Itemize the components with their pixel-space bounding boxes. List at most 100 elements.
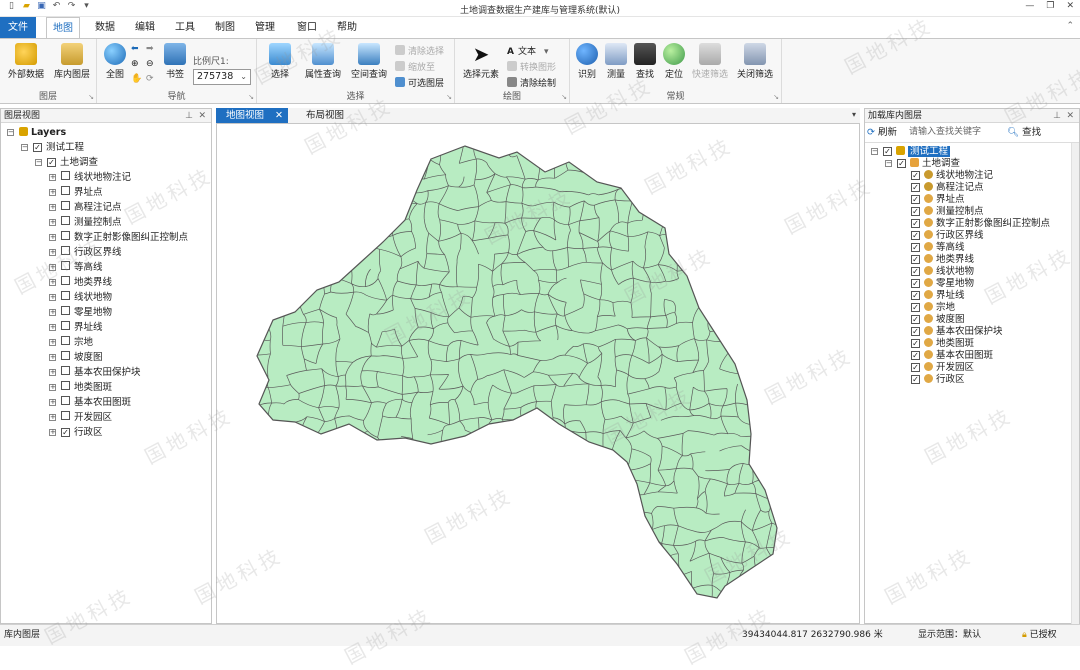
layer-checkbox[interactable]: [61, 171, 70, 180]
layer-checkbox[interactable]: [61, 411, 70, 420]
layer-item[interactable]: + 零星地物: [49, 306, 112, 320]
ribbon-collapse-icon[interactable]: ⌃: [1066, 21, 1074, 31]
layer-item[interactable]: + 高程注记点: [49, 201, 122, 215]
zoom-out-icon[interactable]: ⊖: [146, 59, 154, 69]
layer-item[interactable]: + 地类界线: [49, 276, 112, 290]
tab-map-view[interactable]: 地图视图 ✕: [216, 108, 288, 123]
minimize-icon[interactable]: —: [1025, 1, 1034, 11]
restore-icon[interactable]: ❐: [1046, 1, 1054, 11]
convert-shape-button[interactable]: 转换图形: [507, 60, 556, 73]
layer-checkbox[interactable]: [61, 246, 70, 255]
expand-icon[interactable]: +: [49, 339, 56, 346]
group-launcher-icon[interactable]: ↘: [446, 93, 452, 101]
measure-button[interactable]: 测量: [602, 43, 630, 80]
tab-edit[interactable]: 编辑: [130, 17, 160, 38]
group-launcher-icon[interactable]: ↘: [773, 93, 779, 101]
layer-checkbox[interactable]: [61, 396, 70, 405]
tab-map[interactable]: 地图: [46, 17, 80, 39]
tab-layout-view[interactable]: 布局视图: [296, 108, 354, 123]
layer-checkbox[interactable]: ✓: [911, 351, 920, 360]
layer-item[interactable]: + 线状地物注记: [49, 171, 131, 185]
tab-window[interactable]: 窗口: [292, 17, 322, 38]
expand-icon[interactable]: +: [49, 219, 56, 226]
close-filter-button[interactable]: 关闭筛选: [734, 43, 776, 80]
expand-icon[interactable]: +: [49, 189, 56, 196]
tab-help[interactable]: 帮助: [332, 17, 362, 38]
layer-checkbox[interactable]: ✓: [911, 207, 920, 216]
expand-icon[interactable]: +: [49, 354, 56, 361]
checkbox-checked[interactable]: ✓: [33, 143, 42, 152]
layer-checkbox[interactable]: [61, 201, 70, 210]
layer-checkbox[interactable]: [61, 276, 70, 285]
close-icon[interactable]: ✕: [1066, 109, 1074, 123]
expand-icon[interactable]: +: [49, 204, 56, 211]
expand-icon[interactable]: +: [49, 399, 56, 406]
layer-item[interactable]: + 地类图斑: [49, 381, 112, 395]
layer-checkbox[interactable]: [61, 186, 70, 195]
layer-checkbox[interactable]: ✓: [911, 339, 920, 348]
group-launcher-icon[interactable]: ↘: [248, 93, 254, 101]
expand-icon[interactable]: +: [49, 234, 56, 241]
layer-item[interactable]: + 等高线: [49, 261, 103, 275]
layer-checkbox[interactable]: ✓: [911, 303, 920, 312]
layer-checkbox[interactable]: ✓: [911, 279, 920, 288]
expand-icon[interactable]: +: [49, 249, 56, 256]
layers-root[interactable]: − Layers: [7, 126, 66, 140]
expand-icon[interactable]: +: [49, 264, 56, 271]
checkbox-checked[interactable]: ✓: [47, 158, 56, 167]
text-tool-button[interactable]: A 文本 ▾: [507, 44, 549, 57]
expand-icon[interactable]: +: [49, 309, 56, 316]
expand-icon[interactable]: +: [49, 414, 56, 421]
close-tab-icon[interactable]: ✕: [275, 108, 283, 123]
layer-checkbox[interactable]: [61, 336, 70, 345]
expand-icon[interactable]: +: [49, 429, 56, 436]
select-element-button[interactable]: ➤ 选择元素: [459, 43, 503, 80]
close-icon[interactable]: ✕: [1066, 1, 1074, 11]
layer-item[interactable]: + 坡度图: [49, 351, 103, 365]
tab-data[interactable]: 数据: [90, 17, 120, 38]
layer-checkbox[interactable]: ✓: [911, 327, 920, 336]
layer-item[interactable]: + 开发园区: [49, 411, 112, 425]
attribute-query-button[interactable]: 属性查询: [301, 43, 345, 80]
layer-item[interactable]: + 线状地物: [49, 291, 112, 305]
layer-checkbox[interactable]: ✓: [911, 183, 920, 192]
layer-checkbox[interactable]: ✓: [911, 195, 920, 204]
search-input[interactable]: 请输入查找关键字: [909, 125, 1001, 140]
group-launcher-icon[interactable]: ↘: [88, 93, 94, 101]
spatial-query-button[interactable]: 空间查询: [347, 43, 391, 80]
clear-drawing-button[interactable]: 清除绘制: [507, 76, 556, 89]
find-button[interactable]: 查找: [631, 43, 659, 80]
layer-checkbox[interactable]: [61, 261, 70, 270]
full-extent-button[interactable]: 全图: [101, 43, 129, 80]
tab-manage[interactable]: 管理: [250, 17, 280, 38]
collapse-icon[interactable]: −: [21, 144, 28, 151]
bookmark-button[interactable]: 书签: [161, 43, 189, 80]
layer-item[interactable]: + ✓ 行政区: [49, 426, 103, 440]
layer-checkbox[interactable]: [61, 291, 70, 300]
project-node[interactable]: − ✓ 测试工程: [21, 141, 84, 155]
layer-item[interactable]: + 宗地: [49, 336, 93, 350]
expand-icon[interactable]: +: [49, 384, 56, 391]
expand-icon[interactable]: +: [49, 324, 56, 331]
layer-checkbox[interactable]: [61, 351, 70, 360]
back-arrow-icon[interactable]: ⬅: [131, 44, 139, 54]
checkbox-checked[interactable]: ✓: [897, 159, 906, 168]
zoom-to-selection-button[interactable]: 缩放至: [395, 60, 435, 73]
selectable-layers-button[interactable]: 可选图层: [395, 76, 444, 89]
search-button[interactable]: 🔍︎ 查找: [1007, 125, 1047, 140]
quick-filter-button[interactable]: 快速筛选: [690, 43, 730, 80]
identify-button[interactable]: 识别: [573, 43, 601, 80]
db-layer-item[interactable]: ✓ 行政区: [911, 373, 965, 387]
locate-button[interactable]: 定位: [660, 43, 688, 80]
admin-region-polygon[interactable]: [256, 145, 778, 599]
layer-checkbox[interactable]: ✓: [911, 171, 920, 180]
layer-item[interactable]: + 基本农田保护块: [49, 366, 141, 380]
layer-item[interactable]: + 界址点: [49, 186, 103, 200]
collapse-icon[interactable]: −: [885, 160, 892, 167]
layer-checkbox[interactable]: ✓: [911, 291, 920, 300]
lib-layer-button[interactable]: 库内图层: [50, 43, 94, 80]
tab-cartography[interactable]: 制图: [210, 17, 240, 38]
refresh-view-icon[interactable]: ⟳: [146, 74, 154, 84]
layer-checkbox[interactable]: ✓: [911, 267, 920, 276]
external-data-button[interactable]: 外部数据: [4, 43, 48, 80]
